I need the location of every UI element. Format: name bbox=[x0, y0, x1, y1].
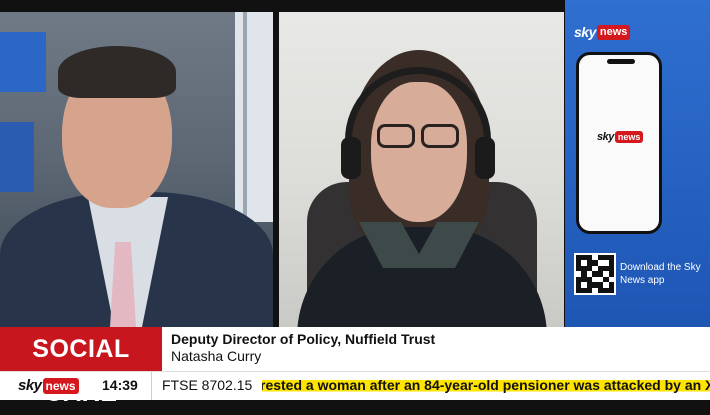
ticker-divider bbox=[151, 372, 152, 400]
ftse-index: FTSE 8702.15 bbox=[162, 377, 253, 393]
ticker-scroll-area: rested a woman after an 84-year-old pens… bbox=[262, 374, 710, 398]
guest-title: Deputy Director of Policy, Nuffield Trus… bbox=[171, 331, 436, 347]
studio-background-panel bbox=[0, 122, 34, 192]
sky-news-logo: sky news bbox=[597, 131, 644, 143]
smartphone-icon: sky news bbox=[576, 52, 662, 234]
guest-name: Natasha Curry bbox=[171, 348, 262, 364]
presenter-video-feed bbox=[0, 12, 273, 327]
ticker-headline: rested a woman after an 84-year-old pens… bbox=[262, 377, 710, 393]
topic-banner: SOCIAL CARE bbox=[0, 327, 162, 407]
phone-notch bbox=[607, 59, 635, 64]
headset-earcup-right bbox=[475, 137, 495, 179]
qr-code-icon[interactable] bbox=[574, 253, 616, 295]
lower-third-caption: SOCIAL CARE Deputy Director of Policy, N… bbox=[0, 327, 710, 407]
presenter-hair bbox=[58, 46, 176, 98]
sky-news-logo: sky news bbox=[574, 24, 631, 40]
clock-time: 14:39 bbox=[102, 377, 138, 393]
studio-window-frame bbox=[243, 12, 247, 222]
studio-window bbox=[235, 12, 273, 222]
news-ticker-bar: sky news 14:39 FTSE 8702.15 rested a wom… bbox=[0, 371, 710, 400]
download-app-text: Download the Sky News app bbox=[620, 262, 701, 286]
sky-news-logo: sky news bbox=[18, 377, 79, 394]
headset-earcup-left bbox=[341, 137, 361, 179]
guest-video-feed bbox=[279, 12, 564, 327]
app-promo-sidebar: sky news sky news Download the Sky News … bbox=[565, 0, 710, 327]
studio-background-panel bbox=[0, 32, 46, 92]
